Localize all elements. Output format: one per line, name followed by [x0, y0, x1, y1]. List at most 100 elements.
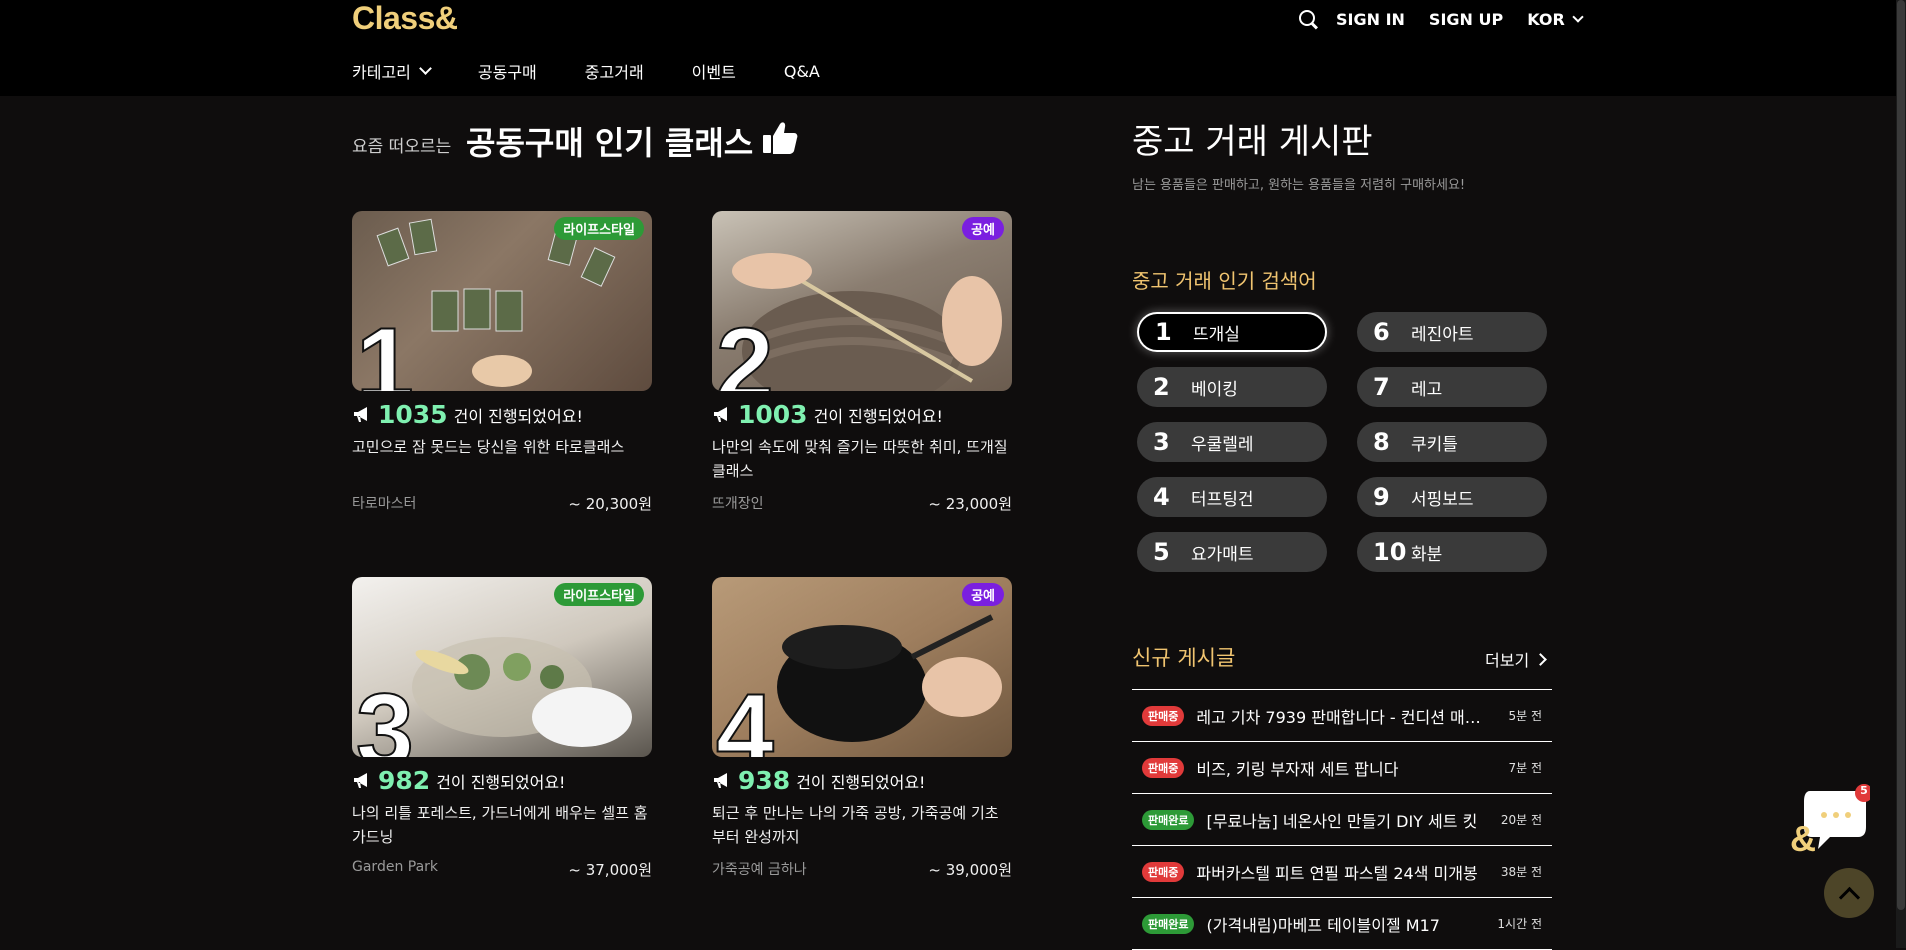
count-suffix: 건이 진행되었어요!: [796, 772, 926, 792]
sign-up-link[interactable]: SIGN UP: [1429, 10, 1503, 29]
post-row[interactable]: 판매중 레고 기차 7939 판매합니다 - 컨디션 매우 좋음 5분 전: [1132, 690, 1552, 742]
menu-label: 카테고리: [352, 63, 411, 82]
menu-label: 공동구매: [477, 63, 537, 82]
class-card[interactable]: 라이프스타일 3 982 건이 진행되었어요! 나의 리틀 포레스트, 가드너에…: [352, 577, 652, 880]
keyword-text: 터프팅건: [1191, 489, 1254, 510]
chevron-down-icon: [1572, 11, 1584, 23]
order-count: 1035 건이 진행되었어요!: [352, 400, 652, 429]
keyword-rank: 4: [1153, 483, 1170, 511]
post-title: [무료나눔] 네온사인 만들기 DIY 세트 킷: [1206, 811, 1478, 831]
keyword-item[interactable]: 8 쿠키틀: [1357, 422, 1547, 462]
category-badge: 공예: [962, 217, 1004, 240]
main-menu: 카테고리 공동구매 중고거래 이벤트 Q&A: [352, 59, 868, 83]
scrollbar-thumb[interactable]: [1897, 0, 1905, 910]
language-select[interactable]: KOR: [1527, 10, 1584, 29]
rank-number: 2: [715, 307, 775, 391]
chat-button[interactable]: & 5: [1790, 783, 1873, 863]
category-badge: 라이프스타일: [554, 583, 644, 606]
post-time: 20분 전: [1500, 813, 1542, 827]
count-number: 1003: [738, 400, 808, 429]
post-row[interactable]: 판매중 파버카스텔 피트 연필 파스텔 24색 미개봉 38분 전: [1132, 846, 1552, 898]
top-nav: SIGN IN SIGN UP KOR: [1298, 9, 1584, 29]
status-badge: 판매완료: [1142, 809, 1195, 830]
keyword-rank: 2: [1153, 373, 1170, 401]
menu-group-buy[interactable]: 공동구매: [478, 59, 537, 83]
keyword-item[interactable]: 9 서핑보드: [1357, 477, 1547, 517]
scrollbar[interactable]: [1896, 0, 1906, 948]
post-time: 5분 전: [1508, 709, 1542, 723]
rank-number: 4: [715, 673, 775, 757]
post-time: 38분 전: [1500, 865, 1542, 879]
keyword-item[interactable]: 10 화분: [1357, 532, 1547, 572]
class-image-gardening: 라이프스타일 3: [352, 577, 652, 757]
post-row[interactable]: 판매완료 [무료나눔] 네온사인 만들기 DIY 세트 킷 20분 전: [1132, 794, 1552, 846]
menu-label: Q&A: [783, 61, 820, 81]
keyword-item[interactable]: 6 레진아트: [1357, 312, 1547, 352]
seller-name: Garden Park: [352, 859, 439, 875]
seller-name: 뜨개장인: [712, 496, 764, 512]
post-title: (가격내림)마베프 테이블이젤 M17: [1206, 915, 1440, 935]
keyword-item[interactable]: 2 베이킹: [1137, 367, 1327, 407]
search-icon[interactable]: [1298, 9, 1318, 29]
market-title: 중고 거래 게시판: [1132, 122, 1373, 162]
card-footer: 가죽공예 금하나 ~ 39,000원: [712, 859, 1012, 880]
post-row[interactable]: 판매중 비즈, 키링 부자재 세트 팝니다 7분 전: [1132, 742, 1552, 794]
count-number: 1035: [378, 400, 448, 429]
keyword-item[interactable]: 3 우쿨렐레: [1137, 422, 1327, 462]
logo[interactable]: Class&: [352, 0, 458, 37]
keyword-rank: 9: [1373, 483, 1390, 511]
menu-qna[interactable]: Q&A: [784, 59, 820, 83]
scroll-top-button[interactable]: [1824, 868, 1874, 918]
sign-in-link[interactable]: SIGN IN: [1336, 10, 1405, 29]
megaphone-icon: [714, 406, 727, 422]
price: ~ 20,300원: [568, 495, 652, 513]
post-title: 비즈, 키링 부자재 세트 팝니다: [1196, 759, 1399, 779]
chat-count-badge: 5: [1860, 784, 1868, 797]
seller-name: 가죽공예 금하나: [712, 862, 807, 878]
menu-event[interactable]: 이벤트: [692, 59, 736, 83]
post-list: 판매중 레고 기차 7939 판매합니다 - 컨디션 매우 좋음 5분 전 판매중 비…: [1132, 689, 1552, 950]
post-time: 7분 전: [1508, 761, 1542, 775]
post-time: 1시간 전: [1497, 917, 1542, 931]
keyword-text: 뜨개실: [1193, 324, 1240, 345]
keywords-title: 중고 거래 인기 검색어: [1132, 269, 1317, 293]
count-suffix: 건이 진행되었어요!: [453, 406, 583, 426]
price: ~ 23,000원: [928, 495, 1012, 513]
count-number: 938: [738, 766, 791, 795]
chevron-down-icon: [419, 62, 432, 75]
class-description[interactable]: 고민으로 잠 못드는 당신을 위한 타로클래스: [352, 435, 652, 483]
post-title: 레고 기차 7939 판매합니다 - 컨디션 매우 좋음: [1196, 707, 1509, 727]
keyword-item[interactable]: 5 요가매트: [1137, 532, 1327, 572]
keyword-rank: 6: [1373, 318, 1390, 346]
keyword-text: 요가매트: [1191, 544, 1254, 565]
status-badge: 판매완료: [1142, 913, 1195, 934]
class-card[interactable]: 공예 4 938 건이 진행되었어요! 퇴근 후 만나는 나의 가죽 공방, 가…: [712, 577, 1012, 880]
class-image-knitting: 공예 2: [712, 211, 1012, 391]
keyword-list: 1 뜨개실 6 레진아트 2 베이킹 7 레고 3 우쿨렐레 8 쿠키틀 4 터프팅건 9 서핑…: [1137, 312, 1547, 572]
post-row[interactable]: 판매완료 (가격내림)마베프 테이블이젤 M17 1시간 전: [1132, 898, 1552, 950]
keyword-item[interactable]: 1 뜨개실: [1137, 312, 1327, 352]
status-badge: 판매중: [1142, 705, 1185, 726]
chevron-up-icon: [1838, 886, 1860, 908]
rank-number: 1: [355, 307, 415, 391]
menu-category[interactable]: 카테고리: [352, 59, 432, 83]
post-title: 파버카스텔 피트 연필 파스텔 24색 미개봉: [1196, 863, 1478, 883]
keyword-item[interactable]: 7 레고: [1357, 367, 1547, 407]
class-card[interactable]: 라이프스타일 1 1035 건이 진행되었어요! 고민으로 잠 못드는 당신을 …: [352, 211, 652, 514]
seller-name: 타로마스터: [352, 496, 417, 512]
more-link[interactable]: 더보기: [1485, 647, 1548, 671]
keyword-item[interactable]: 4 터프팅건: [1137, 477, 1327, 517]
class-card[interactable]: 공예 2 1003 건이 진행되었어요! 나만의 속도에 맞춰 즐기는 따뜻한 …: [712, 211, 1012, 514]
keyword-text: 레진아트: [1411, 324, 1474, 345]
order-count: 1003 건이 진행되었어요!: [712, 400, 1012, 429]
megaphone-icon: [354, 406, 367, 422]
class-description[interactable]: 나의 리틀 포레스트, 가드너에게 배우는 셀프 홈가드닝: [352, 801, 652, 849]
price: ~ 37,000원: [568, 861, 652, 879]
keyword-rank: 8: [1373, 428, 1390, 456]
chat-bubble-icon: &: [1790, 784, 1873, 859]
class-description[interactable]: 나만의 속도에 맞춰 즐기는 따뜻한 취미, 뜨개질 클래스: [712, 435, 1012, 483]
class-description[interactable]: 퇴근 후 만나는 나의 가죽 공방, 가죽공예 기초부터 완성까지: [712, 801, 1012, 849]
status-badge: 판매중: [1142, 757, 1185, 778]
menu-used-market[interactable]: 중고거래: [585, 59, 644, 83]
more-label: 더보기: [1485, 651, 1530, 670]
